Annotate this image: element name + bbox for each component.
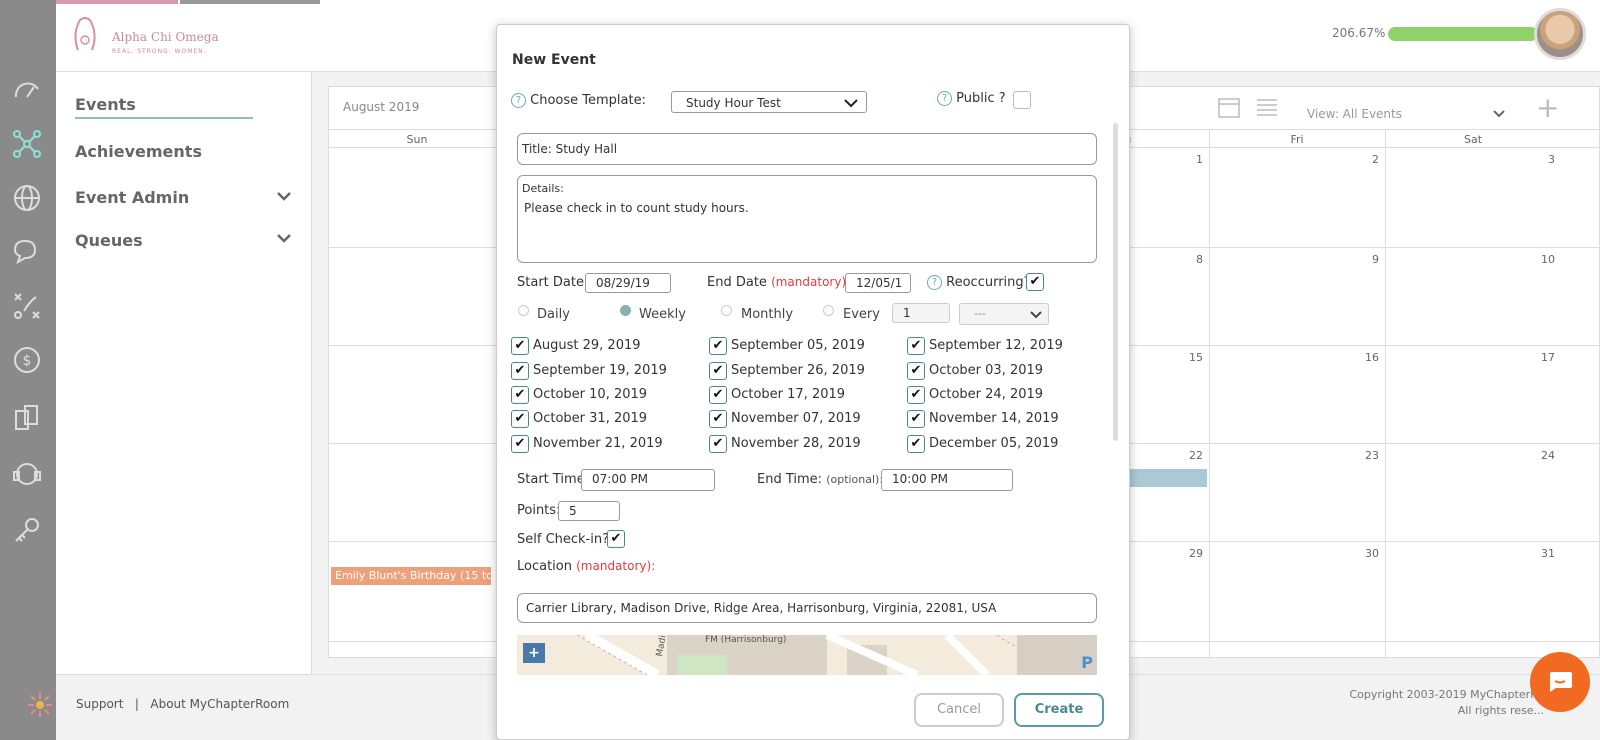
every-unit-select[interactable]: --- [959,303,1049,325]
occurrence-checkbox[interactable]: ✔ [511,410,529,428]
occurrence-date-label: October 10, 2019 [533,387,648,402]
help-icon[interactable]: ? [927,275,942,290]
occurrence-date-label: September 12, 2019 [929,338,1063,353]
occurrence-date-label: September 19, 2019 [533,363,667,378]
daily-label: Daily [537,307,570,322]
occurrence-date-label: November 07, 2019 [731,411,861,426]
monthly-label: Monthly [741,307,794,322]
start-date-label: Start Date: [517,275,589,290]
location-value: Carrier Library, Madison Drive, Ridge Ar… [526,601,997,615]
occurrence-date-label: October 03, 2019 [929,363,1044,378]
details-text: Please check in to count study hours. [524,201,749,215]
location-map[interactable]: FM (Harrisonburg) Madi + P [517,635,1097,675]
occurrence-date-label: November 14, 2019 [929,411,1059,426]
every-count-value: 1 [903,306,911,320]
map-label: FM (Harrisonburg) [705,635,787,645]
occurrence-checkbox[interactable]: ✔ [709,362,727,380]
occurrence-checkbox[interactable]: ✔ [511,435,529,453]
map-parking-marker: P [1081,653,1093,672]
start-date-value: 08/29/19 [596,276,650,290]
occurrence-date-label: October 24, 2019 [929,387,1044,402]
occurrence-checkbox[interactable]: ✔ [511,386,529,404]
mandatory-tag: (mandatory): [771,275,851,289]
occurrence-checkbox[interactable]: ✔ [709,435,727,453]
end-time-input[interactable]: 10:00 PM [881,469,1013,491]
dialog-title: New Event [512,52,596,68]
occurrence-date-label: December 05, 2019 [929,436,1059,451]
cancel-button[interactable]: Cancel [914,693,1004,727]
occurrence-checkbox[interactable]: ✔ [511,337,529,355]
every-unit-value: --- [974,307,986,320]
points-value: 5 [569,504,577,518]
occurrence-date-label: September 05, 2019 [731,338,865,353]
location-input[interactable]: Carrier Library, Madison Drive, Ridge Ar… [517,593,1097,623]
occurrence-date-label: October 31, 2019 [533,411,648,426]
end-date-value: 12/05/1 [856,276,903,290]
occurrence-checkbox[interactable]: ✔ [709,386,727,404]
occurrence-checkbox[interactable]: ✔ [907,410,925,428]
end-date-input[interactable]: 12/05/1 [845,273,911,293]
every-count-input[interactable]: 1 [892,303,950,323]
every-radio[interactable] [823,305,834,316]
location-label-group: Location (mandatory): [517,559,655,574]
start-date-input[interactable]: 08/29/19 [585,273,671,293]
create-button[interactable]: Create [1014,693,1104,727]
occurrence-checkbox[interactable]: ✔ [907,386,925,404]
map-zoom-in-button[interactable]: + [523,643,545,663]
daily-radio[interactable] [518,305,529,316]
occurrence-checkbox[interactable]: ✔ [907,362,925,380]
start-time-label: Start Time: [517,472,590,487]
end-time-label-group: End Time: (optional): [757,472,883,487]
occurrence-checkbox[interactable]: ✔ [709,337,727,355]
details-label: Details: [522,182,564,195]
occurrence-checkbox[interactable]: ✔ [907,435,925,453]
points-input[interactable]: 5 [558,501,620,521]
chevron-down-icon [844,99,858,108]
dialog-scrollbar[interactable] [1113,123,1118,441]
occurrence-checkbox[interactable]: ✔ [907,337,925,355]
mandatory-tag: (mandatory): [576,559,656,573]
location-label: Location [517,559,572,574]
self-checkin-label: Self Check-in? [517,532,610,547]
start-time-input[interactable]: 07:00 PM [581,469,715,491]
start-time-value: 07:00 PM [592,472,648,486]
template-label: Choose Template: [530,93,646,108]
optional-tag: (optional): [826,473,884,486]
public-label: Public ? [956,91,1006,106]
weekly-radio[interactable] [620,305,631,316]
monthly-radio[interactable] [721,305,732,316]
occurrence-checkbox[interactable]: ✔ [511,362,529,380]
weekly-label: Weekly [639,307,686,322]
occurrence-date-label: November 21, 2019 [533,436,663,451]
help-icon[interactable]: ? [937,91,952,106]
template-select[interactable]: Study Hour Test [671,91,867,113]
title-input[interactable]: Title: Study Hall [517,133,1097,165]
end-date-label-group: End Date (mandatory): [707,275,850,290]
every-label: Every [843,307,880,322]
end-time-value: 10:00 PM [892,472,948,486]
new-event-dialog: New Event ? Choose Template: Study Hour … [496,24,1130,740]
reoccurring-checkbox[interactable]: ✔ [1026,273,1044,291]
points-label: Points: [517,503,561,518]
reoccurring-label-group: ? Reoccurring? [927,275,1031,290]
template-select-value: Study Hour Test [686,96,781,110]
public-checkbox[interactable] [1013,91,1031,109]
self-checkin-checkbox[interactable]: ✔ [607,530,625,548]
occurrence-checkbox[interactable]: ✔ [709,410,727,428]
reoccurring-label: Reoccurring? [946,275,1031,290]
template-label-group: ? Choose Template: [511,93,646,108]
title-input-value: Title: Study Hall [522,142,618,156]
map-tiles [517,635,1097,675]
end-time-label: End Time: [757,472,823,487]
end-date-label: End Date [707,275,767,290]
occurrence-date-label: August 29, 2019 [533,338,641,353]
occurrence-date-label: November 28, 2019 [731,436,861,451]
chevron-down-icon [1030,311,1042,319]
occurrence-date-label: October 17, 2019 [731,387,846,402]
details-textarea[interactable]: Details: Please check in to count study … [517,175,1097,263]
occurrence-date-label: September 26, 2019 [731,363,865,378]
help-icon[interactable]: ? [511,93,526,108]
public-label-group: ? Public ? [937,91,1006,106]
